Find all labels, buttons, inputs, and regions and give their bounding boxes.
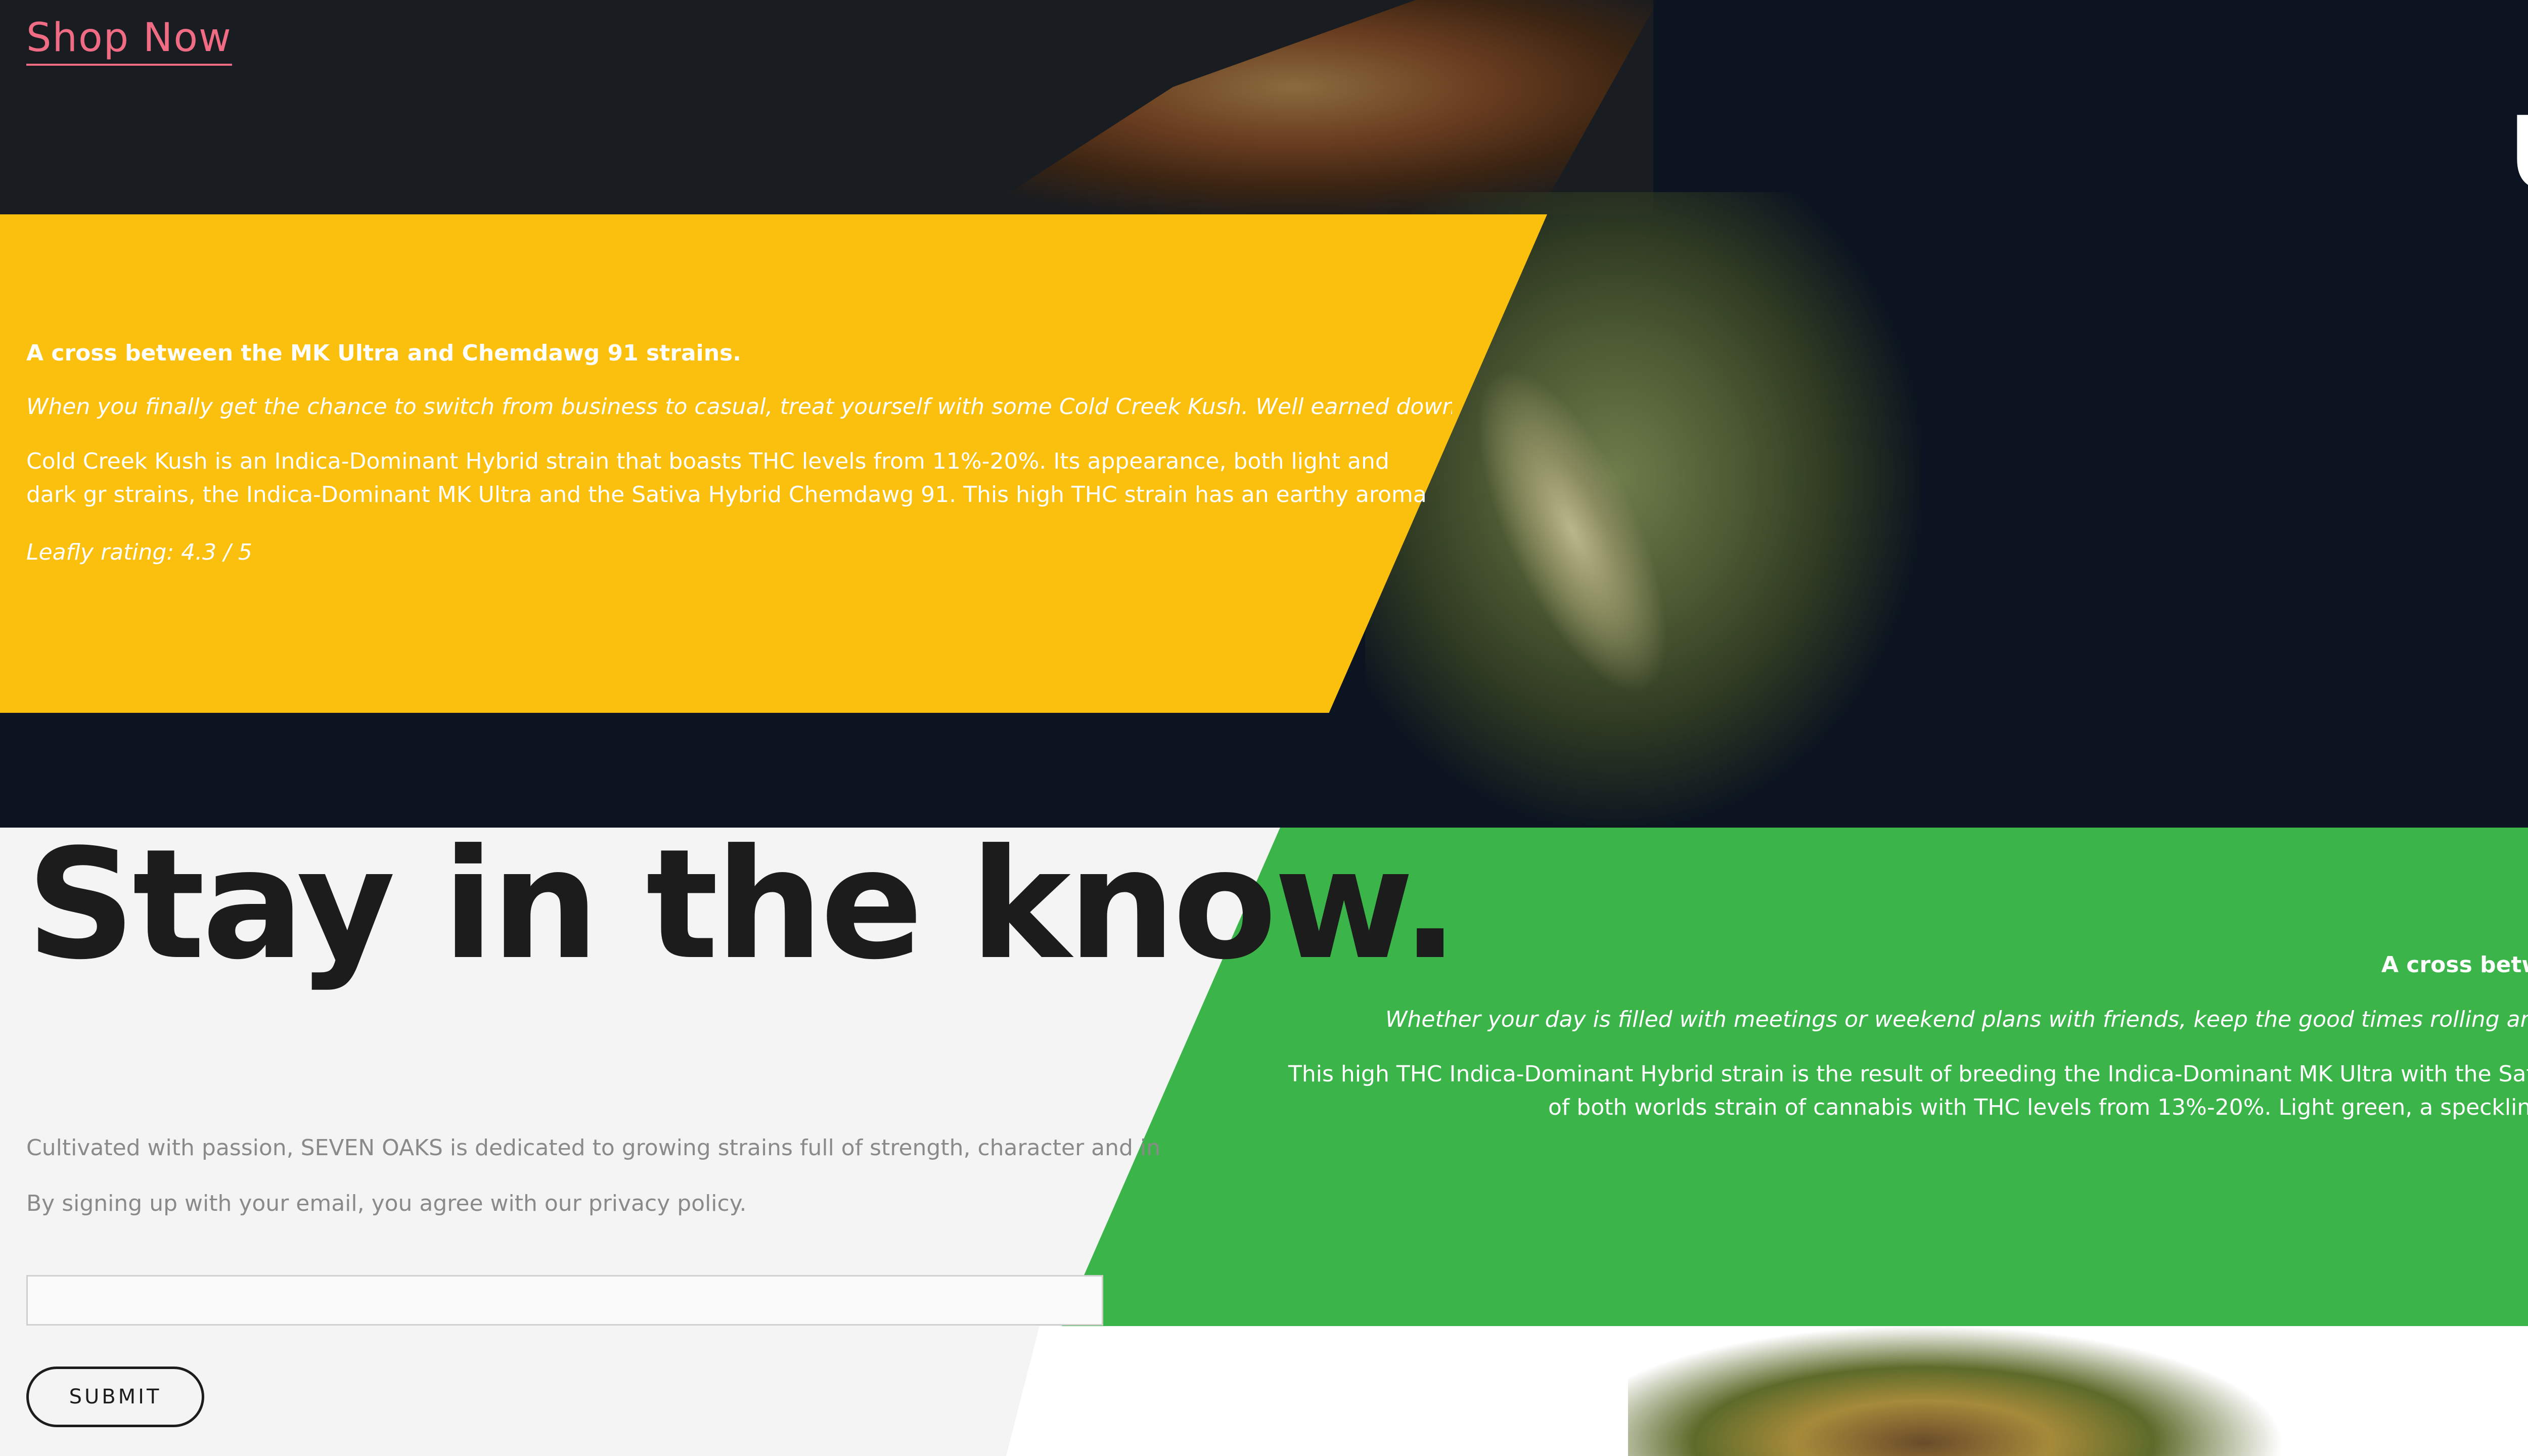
newsletter-heading: Stay in the know.: [26, 816, 1459, 993]
green-strain-description-line-2: of both worlds strain of cannabis with T…: [1548, 1095, 2528, 1120]
hero-dark-strip: [0, 0, 1653, 214]
cannabis-bud-image: [1365, 192, 1921, 828]
cannabis-bud-highlight: [1438, 342, 1707, 719]
green-strain-description-line-1: This high THC Indica-Dominant Hybrid str…: [1288, 1061, 2528, 1087]
strain-panel-green: [1062, 828, 2528, 1326]
email-input[interactable]: [26, 1275, 1103, 1326]
yellow-strain-rating: Leafly rating: 4.3 / 5: [26, 539, 252, 565]
green-strain-headline: A cross between t: [2381, 952, 2528, 978]
cannabis-leaf-image: [1628, 1325, 2285, 1456]
privacy-note: By signing up with your email, you agree…: [26, 1191, 747, 1216]
yellow-strain-tagline: When you finally get the chance to switc…: [26, 394, 1452, 420]
hero-dark-background: [0, 0, 2528, 828]
green-strain-tagline: Whether your day is filled with meetings…: [1385, 1007, 2528, 1032]
cannabis-bud-image-top: [971, 0, 1658, 217]
submit-button[interactable]: SUBMIT: [26, 1367, 204, 1427]
yellow-strain-description: Cold Creek Kush is an Indica-Dominant Hy…: [26, 448, 1427, 508]
yellow-strain-headline: A cross between the MK Ultra and Chemdaw…: [26, 340, 741, 366]
lower-white-section: [1006, 1326, 2528, 1456]
shop-now-link[interactable]: Shop Now: [26, 15, 232, 66]
strain-panel-yellow: [0, 214, 1547, 713]
newsletter-description: Cultivated with passion, SEVEN OAKS is d…: [26, 1135, 1159, 1161]
hero-heading-letter: U: [2508, 104, 2528, 205]
